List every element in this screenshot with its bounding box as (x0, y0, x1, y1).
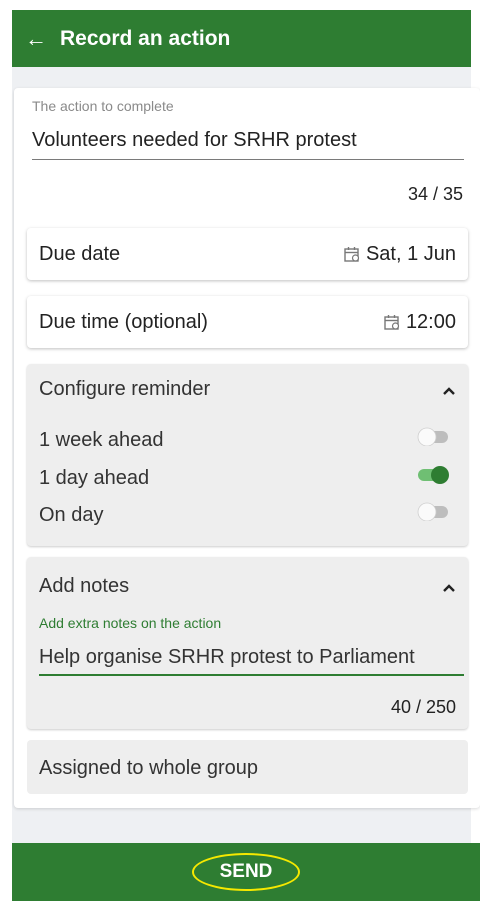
send-button[interactable]: SEND (191, 853, 301, 891)
reminder-panel-title[interactable]: Configure reminder (39, 378, 210, 401)
send-bar: SEND (12, 843, 480, 901)
reminder-panel: Configure reminder 1 week ahead 1 day ah… (27, 364, 468, 546)
action-field-label: The action to complete (32, 98, 174, 114)
notes-panel: Add notes Add extra notes on the action … (27, 557, 468, 729)
week-ahead-toggle[interactable] (416, 426, 450, 446)
chevron-up-icon[interactable] (442, 583, 456, 593)
reminder-option-day: 1 day ahead (39, 458, 454, 490)
chevron-up-icon[interactable] (442, 386, 456, 396)
notes-input[interactable]: Help organise SRHR protest to Parliament (39, 646, 466, 669)
calendar-icon (344, 247, 360, 262)
action-input-underline (32, 159, 464, 160)
due-date-picker[interactable]: Due date Sat, 1 Jun (27, 228, 468, 280)
back-arrow-icon[interactable]: ← (12, 27, 56, 50)
notes-panel-title[interactable]: Add notes (39, 575, 129, 598)
on-day-toggle[interactable] (416, 501, 450, 521)
reminder-option-week: 1 week ahead (39, 420, 454, 452)
page-title: Record an action (60, 26, 231, 50)
due-date-value: Sat, 1 Jun (365, 242, 456, 265)
action-char-counter: 34 / 35 (407, 184, 463, 204)
reminder-option-label: 1 week ahead (39, 429, 164, 451)
assigned-label: Assigned to whole group (39, 757, 259, 779)
due-time-picker[interactable]: Due time (optional) 12:00 (27, 296, 468, 348)
notes-input-underline (39, 674, 464, 676)
notes-field-label: Add extra notes on the action (39, 615, 222, 631)
reminder-option-label: 1 day ahead (39, 467, 150, 489)
reminder-option-on-day: On day (39, 495, 454, 527)
app-bar: ← Record an action (12, 10, 471, 67)
assigned-panel[interactable]: Assigned to whole group (27, 740, 468, 794)
action-input[interactable]: Volunteers needed for SRHR protest (32, 129, 357, 152)
due-time-value: 12:00 (405, 310, 456, 333)
notes-char-counter: 40 / 250 (390, 697, 456, 717)
reminder-option-label: On day (39, 504, 104, 526)
due-time-label: Due time (optional) (39, 310, 208, 333)
calendar-icon (384, 315, 400, 330)
due-date-label: Due date (39, 242, 121, 265)
day-ahead-toggle[interactable] (416, 464, 450, 484)
